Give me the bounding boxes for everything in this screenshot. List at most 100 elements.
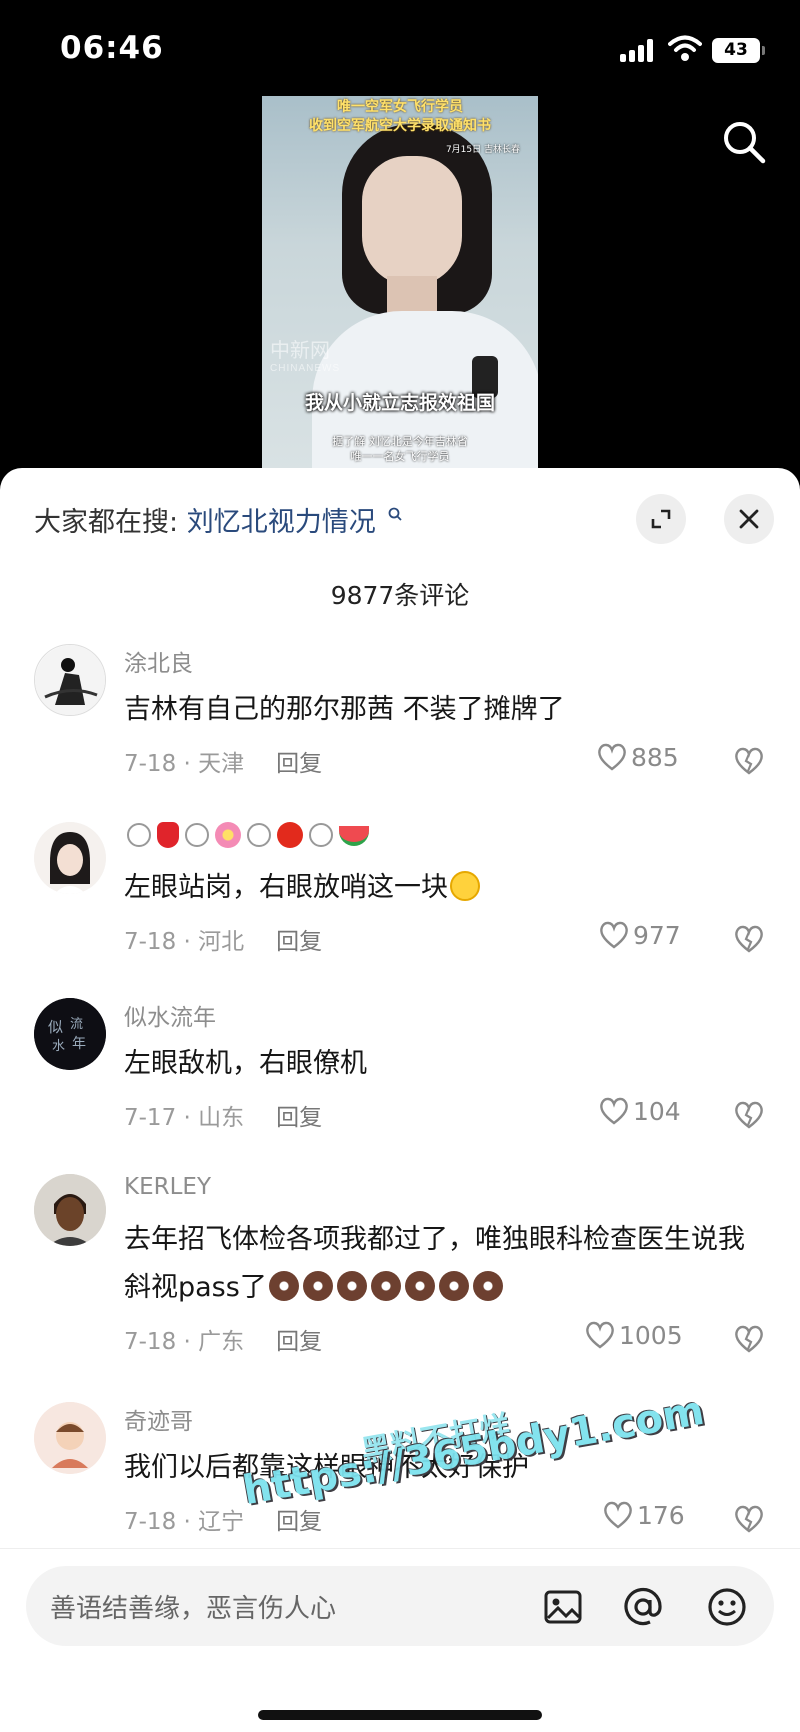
comment-date-location: 7-18 · 天津 xyxy=(124,751,245,777)
comment-meta: 7-17 · 山东 回复 xyxy=(124,1098,322,1132)
video-subtitle: 我从小就立志报效祖国 xyxy=(304,392,495,414)
reply-button[interactable]: 回复 xyxy=(276,1329,322,1355)
comment-meta: 7-18 · 天津 回复 xyxy=(124,744,322,778)
svg-text:似: 似 xyxy=(48,1018,63,1036)
donut-emoji-icon xyxy=(302,1271,333,1301)
video-watermark: 中新网 CHINANEWS xyxy=(270,334,340,374)
svg-text:年: 年 xyxy=(72,1036,86,1052)
donut-emoji-icon xyxy=(438,1271,469,1301)
trending-search-term[interactable]: 刘忆北视力情况 xyxy=(187,507,376,538)
video-date: 7月15日 吉林长春 xyxy=(445,145,520,155)
comment-text-content: 左眼站岗，右眼放哨这一块 xyxy=(124,872,448,903)
image-icon[interactable] xyxy=(542,1586,584,1628)
donut-emoji-icon xyxy=(472,1271,503,1301)
video-title: 唯一空军女飞行学员 收到空军航空大学录取通知书 xyxy=(262,98,538,136)
swirl-icon xyxy=(127,823,151,847)
reply-button[interactable]: 回复 xyxy=(276,1105,322,1131)
comment-date-location: 7-18 · 广东 xyxy=(124,1329,245,1355)
svg-text:水: 水 xyxy=(52,1039,65,1054)
video-title-line: 收到空军航空大学录取通知书 xyxy=(309,118,491,134)
trending-search-prefix: 大家都在搜: xyxy=(34,507,179,538)
dislike-icon[interactable] xyxy=(732,1322,766,1354)
laughing-emoji-icon xyxy=(450,871,480,901)
comment-text: 左眼站岗，右眼放哨这一块 xyxy=(124,864,764,912)
dislike-icon[interactable] xyxy=(732,744,766,776)
strawberry-icon xyxy=(157,822,179,848)
comment-username[interactable]: 似水流年 xyxy=(124,998,216,1032)
video-player[interactable]: 唯一空军女飞行学员 收到空军航空大学录取通知书 7月15日 吉林长春 中新网 C… xyxy=(262,96,538,470)
trending-search[interactable]: 大家都在搜: 刘忆北视力情况 xyxy=(34,500,402,540)
status-time: 06:46 xyxy=(60,30,164,66)
comment-text: 左眼敌机，右眼僚机 xyxy=(124,1048,367,1079)
expand-icon xyxy=(651,509,671,529)
comment-date-location: 7-18 · 河北 xyxy=(124,929,245,955)
video-watermark-cn: 中新网 xyxy=(270,338,330,362)
apple-icon xyxy=(277,822,303,848)
avatar[interactable] xyxy=(34,1402,106,1474)
avatar[interactable] xyxy=(34,644,106,716)
like-count: 977 xyxy=(633,921,681,950)
comment-count: 9877条评论 xyxy=(330,581,470,610)
status-bar: 06:46 43 xyxy=(0,0,800,100)
swirl-icon xyxy=(185,823,209,847)
avatar[interactable]: 似流水年 xyxy=(34,998,106,1070)
emoji-icon[interactable] xyxy=(706,1586,748,1628)
reply-button[interactable]: 回复 xyxy=(276,929,322,955)
comment-username[interactable]: 涂北良 xyxy=(124,644,193,678)
comment-item: 似流水年 似水流年 左眼敌机，右眼僚机 7-17 · 山东 回复 104 xyxy=(0,998,800,1148)
search-icon[interactable] xyxy=(720,118,768,166)
comment-input-placeholder: 善语结善缘，恶言伤人心 xyxy=(50,1594,337,1624)
comment-text: 去年招飞体检各项我都过了，唯独眼科检查医生说我斜视pass了 xyxy=(124,1216,764,1312)
flower-icon xyxy=(215,822,241,848)
like-count: 176 xyxy=(637,1501,685,1530)
mention-icon[interactable] xyxy=(622,1586,664,1628)
comment-username-emojis[interactable] xyxy=(124,822,372,850)
like-count: 885 xyxy=(631,743,679,772)
close-icon xyxy=(739,509,759,529)
close-button[interactable] xyxy=(724,494,774,544)
divider xyxy=(0,1548,800,1549)
donut-emoji-icon xyxy=(268,1271,299,1301)
svg-text:流: 流 xyxy=(70,1017,83,1032)
comment-meta: 7-18 · 河北 回复 xyxy=(124,922,322,956)
comment-username[interactable]: KERLEY xyxy=(124,1174,211,1200)
watermelon-icon xyxy=(339,826,369,846)
like-count: 1005 xyxy=(619,1321,683,1350)
cellular-signal-icon xyxy=(620,38,658,62)
wifi-icon xyxy=(668,35,702,61)
like-button[interactable]: 977 xyxy=(598,920,681,950)
avatar[interactable] xyxy=(34,1174,106,1246)
battery-icon: 43 xyxy=(712,38,765,63)
heart-icon xyxy=(598,743,626,771)
like-count: 104 xyxy=(633,1097,681,1126)
heart-icon xyxy=(600,921,628,949)
like-button[interactable]: 885 xyxy=(596,742,679,772)
avatar[interactable] xyxy=(34,822,106,894)
dislike-icon[interactable] xyxy=(732,1502,766,1534)
heart-icon xyxy=(604,1501,632,1529)
like-button[interactable]: 176 xyxy=(602,1500,685,1530)
swirl-icon xyxy=(309,823,333,847)
expand-button[interactable] xyxy=(636,494,686,544)
comment-item: KERLEY 去年招飞体检各项我都过了，唯独眼科检查医生说我斜视pass了 7-… xyxy=(0,1174,800,1374)
comment-username[interactable]: 奇迹哥 xyxy=(124,1402,193,1436)
donut-emoji-icon xyxy=(404,1271,435,1301)
comment-text: 吉林有自己的那尔那茜 不装了摊牌了 xyxy=(124,694,565,725)
comment-date-location: 7-17 · 山东 xyxy=(124,1105,245,1131)
reply-button[interactable]: 回复 xyxy=(276,751,322,777)
video-watermark-en: CHINANEWS xyxy=(270,363,341,374)
comment-item: 涂北良 吉林有自己的那尔那茜 不装了摊牌了 7-18 · 天津 回复 885 xyxy=(0,644,800,794)
comment-meta: 7-18 · 辽宁 回复 xyxy=(124,1502,322,1536)
dislike-icon[interactable] xyxy=(732,922,766,954)
comment-date-location: 7-18 · 辽宁 xyxy=(124,1509,245,1535)
video-caption-line: 唯一一名女飞行学员 xyxy=(350,450,450,463)
comment-item: 左眼站岗，右眼放哨这一块 7-18 · 河北 回复 977 xyxy=(0,822,800,972)
donut-emoji-icon xyxy=(336,1271,367,1301)
comment-input[interactable]: 善语结善缘，恶言伤人心 xyxy=(26,1566,774,1646)
like-button[interactable]: 104 xyxy=(598,1096,681,1126)
reply-button[interactable]: 回复 xyxy=(276,1509,322,1535)
video-caption-line: 据了解 刘忆北是今年吉林省 xyxy=(332,435,468,448)
swirl-icon xyxy=(247,823,271,847)
dislike-icon[interactable] xyxy=(732,1098,766,1130)
like-button[interactable]: 1005 xyxy=(584,1320,683,1350)
